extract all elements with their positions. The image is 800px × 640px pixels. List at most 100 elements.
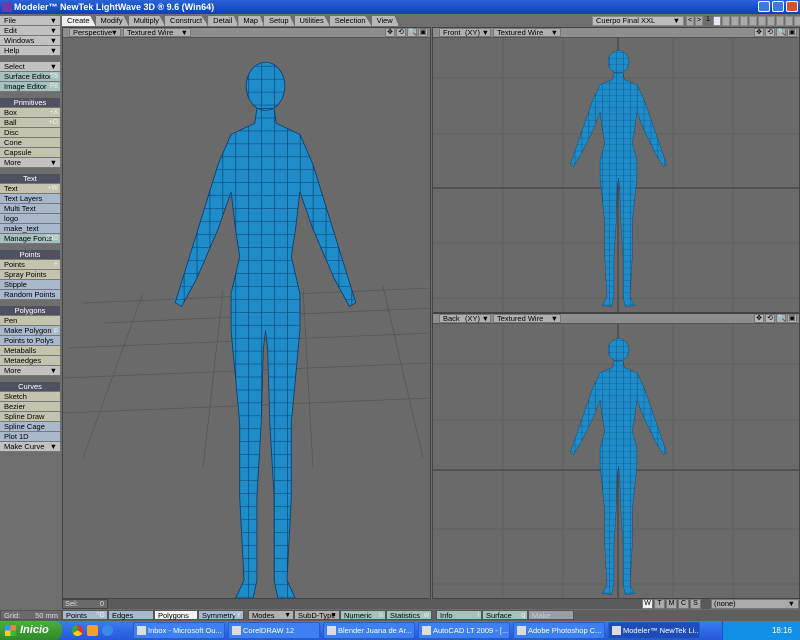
mode-button-polygons[interactable]: Polygons ^H	[154, 610, 198, 620]
tab-setup[interactable]: Setup	[263, 16, 295, 26]
tab-selection[interactable]: Selection	[329, 16, 372, 26]
viewport-back[interactable]: Back (XY) ▼ Textured Wire ▼ ✥ ⟲ 🔍 ▣	[432, 313, 800, 599]
taskbar-item-coreldraw-12[interactable]: CorelDRAW 12	[228, 622, 320, 639]
tab-create[interactable]: Create	[62, 16, 96, 26]
sidebar-item-box[interactable]: Box +X	[0, 108, 60, 118]
sidebar-item-select[interactable]: Select ▼	[0, 62, 60, 72]
layer-slot[interactable]	[785, 16, 793, 26]
map-type-s-button[interactable]: S	[690, 599, 701, 609]
mode-button-statistics[interactable]: Statistics w	[386, 610, 432, 620]
layer-slot[interactable]	[758, 16, 766, 26]
sidebar-item-edit[interactable]: Edit ▼	[0, 26, 60, 36]
taskbar-item-autocad-lt-2009[interactable]: AutoCAD LT 2009 - [...	[418, 622, 510, 639]
map-type-c-button[interactable]: C	[678, 599, 689, 609]
tab-multiply[interactable]: Multiply	[128, 16, 166, 26]
view-type-dropdown[interactable]: Perspective ▼	[69, 28, 121, 37]
sidebar-item-text-layers[interactable]: Text Layers	[0, 194, 60, 204]
sidebar-item-more[interactable]: More ▼	[0, 158, 60, 168]
move-view-icon[interactable]: ✥	[754, 314, 764, 323]
layer-slot[interactable]	[713, 16, 721, 26]
taskbar-item-inbox-microsoft-ou[interactable]: Inbox - Microsoft Ou...	[133, 622, 225, 639]
maximize-button[interactable]	[772, 1, 784, 12]
sidebar-item-multi-text[interactable]: Multi Text	[0, 204, 60, 214]
prev-layer-button[interactable]: <	[686, 16, 694, 26]
rotate-view-icon[interactable]: ⟲	[765, 28, 775, 37]
map-type-m-button[interactable]: M	[666, 599, 677, 609]
tab-map[interactable]: Map	[238, 16, 264, 26]
map-type-w-button[interactable]: W	[642, 599, 653, 609]
layer-slot[interactable]	[749, 16, 757, 26]
sidebar-item-bezier[interactable]: Bezier	[0, 402, 60, 412]
sidebar-item-spline-draw[interactable]: Spline Draw	[0, 412, 60, 422]
sidebar-item-stipple[interactable]: Stipple	[0, 280, 60, 290]
render-mode-dropdown[interactable]: Textured Wire ▼	[123, 28, 191, 37]
sidebar-item-make-polygon[interactable]: Make Polygon p	[0, 326, 60, 336]
sidebar-item-logo[interactable]: logo	[0, 214, 60, 224]
next-layer-button[interactable]: >	[695, 16, 703, 26]
maximize-view-icon[interactable]: ▣	[787, 314, 797, 323]
taskbar-item-adobe-photoshop-c[interactable]: Adobe Photoshop C...	[513, 622, 605, 639]
layer-slot[interactable]	[767, 16, 775, 26]
object-selector[interactable]: Cuerpo Final XXL ▼	[592, 16, 684, 26]
layer-slot[interactable]	[776, 16, 784, 26]
mode-button-edges[interactable]: Edges	[108, 610, 154, 620]
mode-button-numeric[interactable]: Numeric n	[340, 610, 386, 620]
sidebar-item-points[interactable]: Points +	[0, 260, 60, 270]
sidebar-item-cone[interactable]: Cone	[0, 138, 60, 148]
viewport-front[interactable]: Front (XY) ▼ Textured Wire ▼ ✥ ⟲ 🔍 ▣	[432, 27, 800, 313]
layer-slot[interactable]	[794, 16, 800, 26]
sidebar-item-capsule[interactable]: Capsule	[0, 148, 60, 158]
minimize-button[interactable]	[758, 1, 770, 12]
layer-slot[interactable]	[731, 16, 739, 26]
zoom-view-icon[interactable]: 🔍	[776, 28, 786, 37]
mode-button-symmetry[interactable]: Symmetry +Y	[198, 610, 244, 620]
sidebar-item-pen[interactable]: Pen	[0, 316, 60, 326]
mode-button-subd-type[interactable]: SubD-Type ▼	[294, 610, 340, 620]
sidebar-item-disc[interactable]: Disc	[0, 128, 60, 138]
tab-utilities[interactable]: Utilities	[294, 16, 330, 26]
tab-view[interactable]: View	[371, 16, 399, 26]
rotate-view-icon[interactable]: ⟲	[396, 28, 406, 37]
start-button[interactable]: Inicio	[0, 621, 62, 640]
mode-button-modes[interactable]: Modes ▼	[248, 610, 294, 620]
sidebar-item-metaballs[interactable]: Metaballs	[0, 346, 60, 356]
taskbar-item-modeler-newtek-li[interactable]: Modeler™ NewTek Li...	[608, 622, 700, 639]
sidebar-item-make-text[interactable]: make_text	[0, 224, 60, 234]
mode-button-points[interactable]: Points ^G	[62, 610, 108, 620]
sidebar-item-plot-1d[interactable]: Plot 1D	[0, 432, 60, 442]
outlook-quicklaunch-icon[interactable]	[87, 625, 98, 636]
sidebar-item-more[interactable]: More ▼	[0, 366, 60, 376]
view-type-dropdown[interactable]: Back (XY) ▼	[439, 314, 491, 323]
taskbar-item-blender-juana-de-ar[interactable]: Blender Juana de Ar...	[323, 622, 415, 639]
sidebar-item-surface-editor[interactable]: Surface Editor F5	[0, 72, 60, 82]
sidebar-item-make-curve[interactable]: Make Curve ▼	[0, 442, 60, 452]
zoom-view-icon[interactable]: 🔍	[407, 28, 417, 37]
map-type-t-button[interactable]: T	[654, 599, 665, 609]
tab-modify[interactable]: Modify	[95, 16, 129, 26]
layer-slot[interactable]	[740, 16, 748, 26]
sidebar-item-spline-cage[interactable]: Spline Cage	[0, 422, 60, 432]
mode-button-info[interactable]: Info i	[436, 610, 482, 620]
sidebar-item-random-points[interactable]: Random Points	[0, 290, 60, 300]
ie-quicklaunch-icon[interactable]	[102, 625, 113, 636]
sidebar-item-metaedges[interactable]: Metaedges	[0, 356, 60, 366]
sidebar-item-image-editor[interactable]: Image Editor F6	[0, 82, 60, 92]
mode-button-surface[interactable]: Surface q	[482, 610, 528, 620]
chrome-quicklaunch-icon[interactable]	[72, 625, 83, 636]
vertex-map-dropdown[interactable]: (none) ▼	[711, 599, 799, 609]
zoom-view-icon[interactable]: 🔍	[776, 314, 786, 323]
render-mode-dropdown[interactable]: Textured Wire ▼	[493, 314, 561, 323]
move-view-icon[interactable]: ✥	[754, 28, 764, 37]
maximize-view-icon[interactable]: ▣	[787, 28, 797, 37]
maximize-view-icon[interactable]: ▣	[418, 28, 428, 37]
view-type-dropdown[interactable]: Front (XY) ▼	[439, 28, 491, 37]
close-button[interactable]	[786, 1, 798, 12]
sidebar-item-sketch[interactable]: Sketch '	[0, 392, 60, 402]
sidebar-item-windows[interactable]: Windows ▼	[0, 36, 60, 46]
viewport-perspective[interactable]: Perspective ▼ Textured Wire ▼ ✥ ⟲ 🔍 ▣	[62, 27, 431, 599]
render-mode-dropdown[interactable]: Textured Wire ▼	[493, 28, 561, 37]
sidebar-item-ball[interactable]: Ball +O	[0, 118, 60, 128]
move-view-icon[interactable]: ✥	[385, 28, 395, 37]
sidebar-item-spray-points[interactable]: Spray Points	[0, 270, 60, 280]
sidebar-item-file[interactable]: File ▼	[0, 16, 60, 26]
